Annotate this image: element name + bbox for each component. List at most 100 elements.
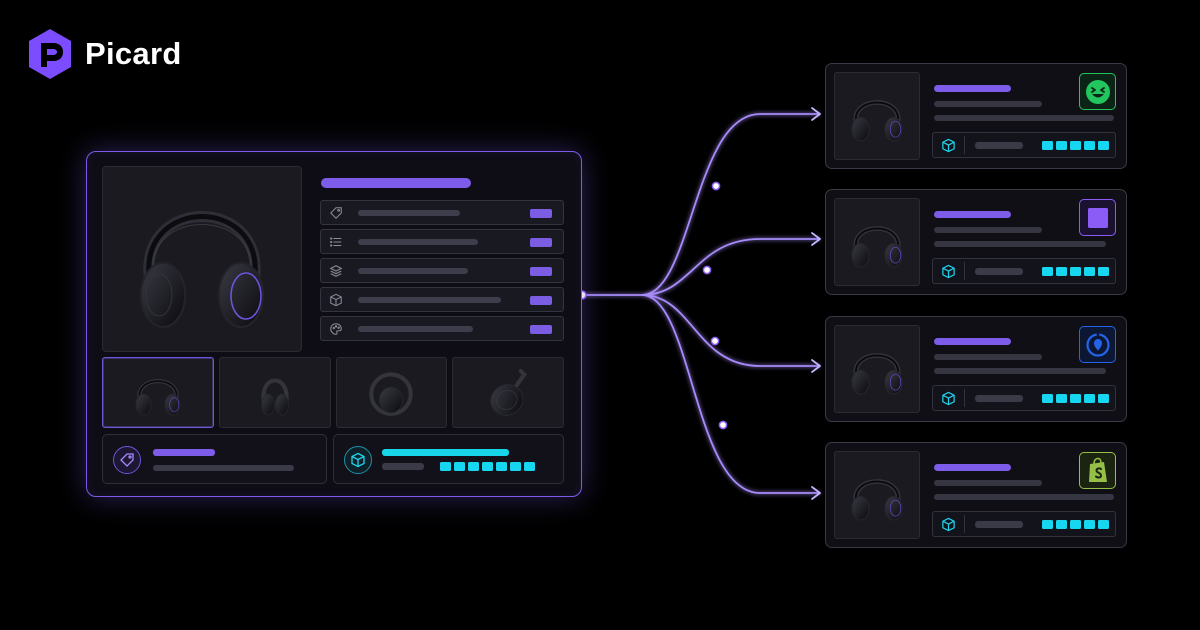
level-cell — [440, 462, 451, 471]
level-cell — [1056, 267, 1067, 276]
headphones-earcup-image — [479, 364, 537, 422]
channel-text-placeholder — [934, 227, 1042, 233]
thumbnail-1[interactable] — [102, 357, 214, 428]
brand-name: Picard — [85, 36, 182, 71]
headphones-flat-image — [362, 364, 420, 422]
channel-product-image — [834, 198, 920, 286]
level-cell — [1070, 520, 1081, 529]
level-cell — [1070, 267, 1081, 276]
headphones-image — [844, 333, 910, 405]
divider — [964, 389, 965, 407]
channel-footer — [932, 258, 1116, 284]
attribute-chip — [530, 296, 552, 305]
inventory-title-placeholder — [382, 449, 509, 456]
connector-4 — [641, 294, 820, 494]
level-cell — [1098, 520, 1109, 529]
product-thumbnails — [102, 357, 564, 428]
inventory-level-indicator — [440, 462, 535, 471]
price-tag-icon — [120, 453, 134, 467]
level-cell — [524, 462, 535, 471]
divider — [964, 136, 965, 154]
channel-footer — [932, 132, 1116, 158]
attribute-list — [320, 200, 564, 345]
level-cell — [1042, 141, 1053, 150]
headphones-image — [844, 80, 910, 152]
divider — [964, 262, 965, 280]
channel-text-placeholder — [934, 368, 1106, 374]
channel-card-1 — [825, 63, 1127, 169]
attribute-row-list[interactable] — [320, 229, 564, 254]
product-title-placeholder — [321, 178, 471, 188]
package-icon — [942, 391, 955, 406]
connector-node-1 — [711, 181, 721, 191]
price-title-placeholder — [153, 449, 215, 456]
headphones-image — [140, 211, 264, 328]
attribute-value-placeholder — [358, 238, 478, 245]
divider — [964, 515, 965, 533]
palette-icon — [330, 322, 342, 335]
inventory-label-placeholder — [382, 463, 424, 470]
attribute-row-palette[interactable] — [320, 316, 564, 341]
attribute-value-placeholder — [358, 209, 460, 216]
target-channel-logo — [1085, 332, 1110, 357]
thumbnail-2[interactable] — [218, 357, 331, 428]
level-cell — [1070, 394, 1081, 403]
level-cell — [454, 462, 465, 471]
level-cell — [1084, 267, 1095, 276]
attribute-row-layers[interactable] — [320, 258, 564, 283]
channel-title-placeholder — [934, 211, 1011, 218]
headphones-image — [844, 206, 910, 278]
attribute-chip — [530, 267, 552, 276]
attribute-row-tag[interactable] — [320, 200, 564, 225]
thumbnail-3[interactable] — [335, 357, 448, 428]
connector-node-2 — [702, 265, 712, 275]
channel-text-placeholder — [934, 241, 1106, 247]
level-cell — [496, 462, 507, 471]
tag-icon — [330, 206, 342, 219]
level-cell — [1056, 141, 1067, 150]
attribute-chip — [530, 325, 552, 334]
shopify-channel-logo — [1088, 457, 1107, 482]
level-cell — [1084, 520, 1095, 529]
headphones-image — [844, 459, 910, 531]
channel-logo — [1079, 199, 1116, 236]
attribute-row-box[interactable] — [320, 287, 564, 312]
attribute-chip — [530, 238, 552, 247]
channel-logo — [1079, 326, 1116, 363]
channel-card-2 — [825, 189, 1127, 295]
level-cell — [1056, 394, 1067, 403]
channel-logo — [1079, 452, 1116, 489]
channel-product-image — [834, 451, 920, 539]
smiley-channel-logo — [1085, 79, 1110, 104]
level-cell — [1042, 267, 1053, 276]
channel-text-placeholder — [934, 494, 1114, 500]
channel-meta-placeholder — [975, 268, 1023, 275]
channel-level-indicator — [1042, 520, 1109, 529]
square-channel-logo — [1087, 207, 1108, 228]
picard-logo-icon — [29, 29, 71, 79]
level-cell — [468, 462, 479, 471]
channel-level-indicator — [1042, 141, 1109, 150]
channel-meta-placeholder — [975, 395, 1023, 402]
thumbnail-4[interactable] — [452, 357, 564, 428]
attribute-value-placeholder — [358, 296, 501, 303]
channel-text-placeholder — [934, 115, 1114, 121]
price-tile-badge — [113, 446, 141, 474]
level-cell — [1098, 141, 1109, 150]
channel-text-placeholder — [934, 101, 1042, 107]
level-cell — [1042, 520, 1053, 529]
channel-footer — [932, 511, 1116, 537]
package-icon — [351, 452, 365, 468]
connector-1 — [641, 113, 820, 296]
package-icon — [942, 517, 955, 532]
level-cell — [482, 462, 493, 471]
brand: Picard — [27, 27, 182, 81]
attribute-value-placeholder — [358, 325, 473, 332]
channel-level-indicator — [1042, 394, 1109, 403]
channel-title-placeholder — [934, 338, 1011, 345]
channel-text-placeholder — [934, 480, 1042, 486]
attribute-value-placeholder — [358, 267, 468, 274]
channel-title-placeholder — [934, 85, 1011, 92]
channel-level-indicator — [1042, 267, 1109, 276]
level-cell — [1084, 141, 1095, 150]
